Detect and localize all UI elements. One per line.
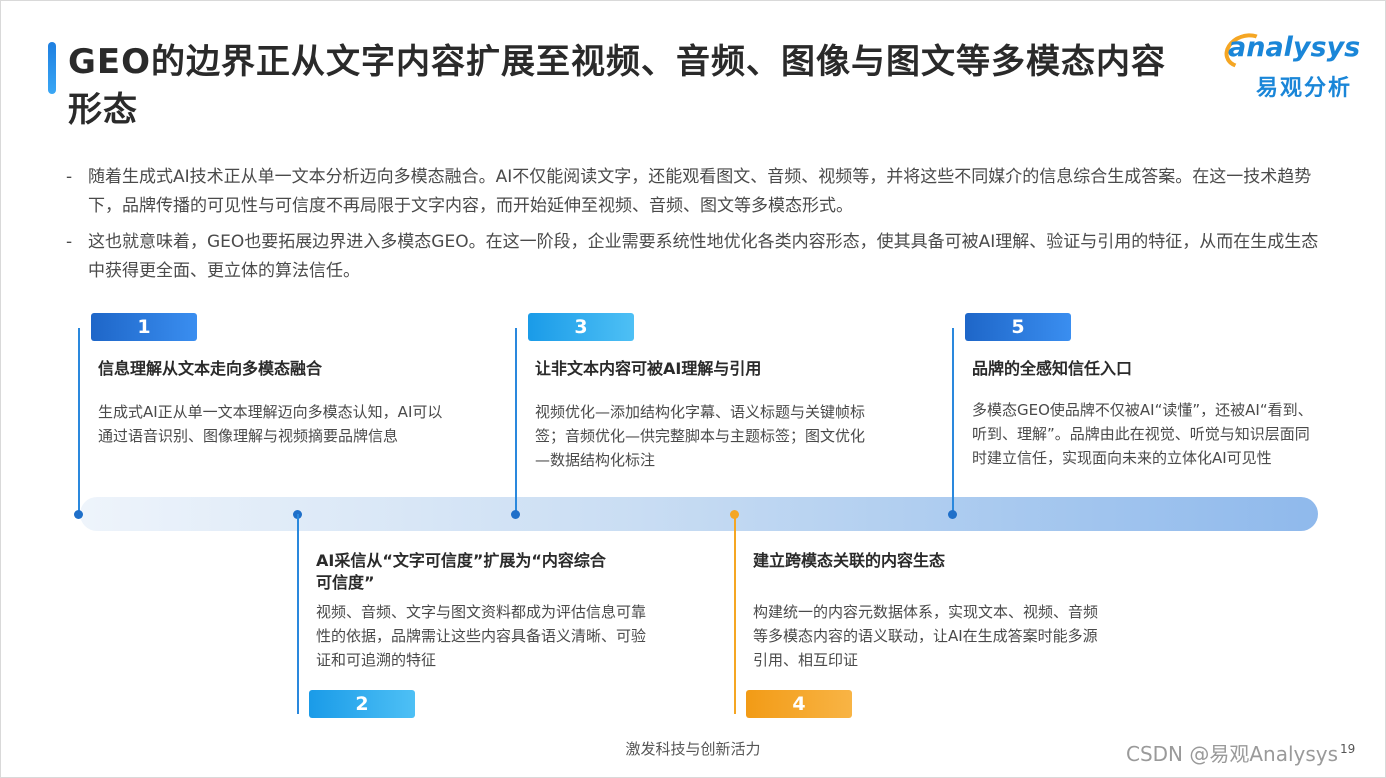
step-5-title: 品牌的全感知信任入口 [972,359,1133,378]
step-1-title: 信息理解从文本走向多模态融合 [98,359,323,378]
step-1-desc: 生成式AI正从单一文本理解迈向多模态认知，AI可以通过语音识别、图像理解与视频摘… [98,403,443,445]
brand-logo: analysys 易观分析 [1219,27,1368,102]
bullet-item: - 随着生成式AI技术正从单一文本分析迈向多模态融合。AI不仅能阅读文字，还能观… [66,163,1328,221]
step-4-desc: 构建统一的内容元数据体系，实现文本、视频、音频等多模态内容的语义联动，让AI在生… [753,603,1099,669]
step-2-desc: 视频、音频、文字与图文资料都成为评估信息可靠性的依据，品牌需让这些内容具备语义清… [316,603,647,669]
step-1-badge: 1 [91,313,197,341]
csdn-watermark: CSDN @易观Analysys [1126,742,1339,766]
step-2-connector [297,514,299,714]
logo-text-cn: 易观分析 [1256,76,1353,101]
step-3-desc: 视频优化—添加结构化字幕、语义标题与关键帧标签；音频优化—供完整脚本与主题标签；… [535,403,866,469]
page-title: GEO的边界正从文字内容扩展至视频、音频、图像与图文等多模态内容形态 [68,42,1167,130]
step-3-badge: 3 [528,313,634,341]
page-number: 19 [1340,742,1356,756]
bullet-item: - 这也就意味着，GEO也要拓展边界进入多模态GEO。在这一阶段，企业需要系统性… [66,228,1328,286]
step-2-title: AI采信从“文字可信度”扩展为“内容综合可信度” [316,551,606,592]
step-3-connector [515,328,517,514]
step-5-badge: 5 [965,313,1071,341]
step-3-title: 让非文本内容可被AI理解与引用 [535,359,762,378]
logo-text-en: analysys [1228,32,1361,63]
step-2-badge: 2 [309,690,415,718]
step-5-dot [948,510,957,519]
bullet-text: 这也就意味着，GEO也要拓展边界进入多模态GEO。在这一阶段，企业需要系统性地优… [88,232,1319,281]
timeline-track [80,497,1318,531]
intro-bullets: - 随着生成式AI技术正从单一文本分析迈向多模态融合。AI不仅能阅读文字，还能观… [66,163,1328,293]
step-5-connector [952,328,954,514]
step-1-connector [78,328,80,514]
step-3-dot [511,510,520,519]
step-1-dot [74,510,83,519]
bullet-dash: - [66,167,73,187]
title-accent-bar [48,42,56,94]
bullet-text: 随着生成式AI技术正从单一文本分析迈向多模态融合。AI不仅能阅读文字，还能观看图… [88,167,1312,216]
step-5-desc: 多模态GEO使品牌不仅被AI“读懂”，还被AI“看到、听到、理解”。品牌由此在视… [972,401,1313,467]
step-4-connector [734,514,736,714]
bullet-dash: - [66,232,73,252]
step-4-badge: 4 [746,690,852,718]
step-4-title: 建立跨模态关联的内容生态 [753,551,946,570]
